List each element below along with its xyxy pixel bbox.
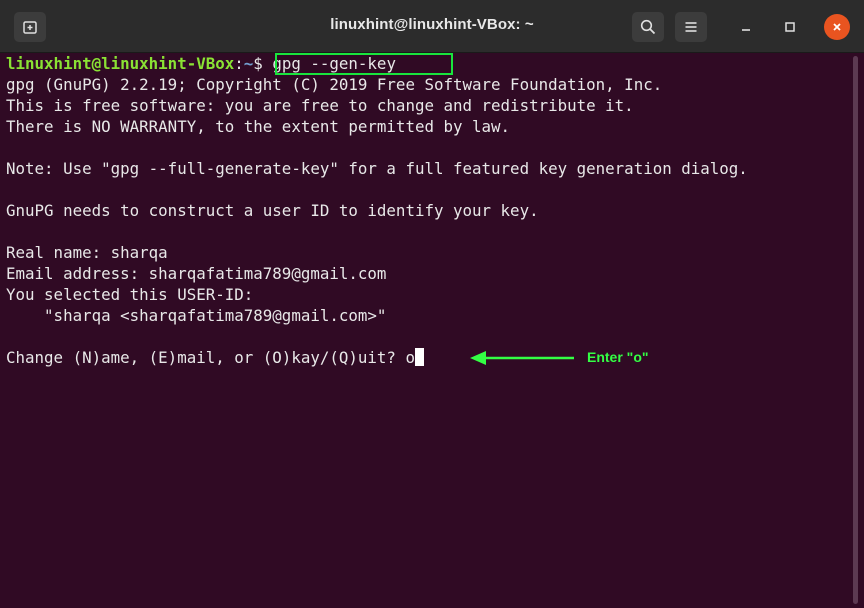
- close-button[interactable]: [824, 14, 850, 40]
- input-prompt-text: Change (N)ame, (E)mail, or (O)kay/(Q)uit…: [6, 348, 406, 367]
- output-line: gpg (GnuPG) 2.2.19; Copyright (C) 2019 F…: [6, 75, 663, 94]
- output-line: "sharqa <sharqafatima789@gmail.com>": [6, 306, 387, 325]
- hamburger-menu-icon: [685, 22, 697, 32]
- scrollbar-thumb[interactable]: [853, 56, 858, 604]
- input-line[interactable]: Change (N)ame, (E)mail, or (O)kay/(Q)uit…: [6, 347, 424, 368]
- output-line: This is free software: you are free to c…: [6, 96, 634, 115]
- typed-input: o: [405, 348, 415, 367]
- search-icon: [640, 19, 656, 35]
- terminal-output[interactable]: linuxhint@linuxhint-VBox:~$ gpg --gen-ke…: [0, 53, 848, 608]
- search-button[interactable]: [632, 12, 664, 42]
- maximize-button[interactable]: [777, 14, 803, 40]
- annotation-label: Enter "o": [587, 349, 649, 365]
- prompt-path: ~: [243, 54, 254, 73]
- minimize-icon: [742, 29, 750, 31]
- terminal-window: linuxhint@linuxhint-VBox: ~ linuxhint@li…: [0, 0, 864, 608]
- prompt-separator: :: [234, 54, 244, 73]
- minimize-button[interactable]: [733, 14, 759, 40]
- annotation-arrow-icon: [470, 351, 574, 365]
- output-line: Real name: sharqa: [6, 243, 168, 262]
- close-icon: [833, 23, 841, 31]
- text-cursor: [414, 348, 424, 366]
- maximize-icon: [785, 22, 795, 32]
- command-highlight-box: [275, 53, 453, 75]
- output-line: Note: Use "gpg --full-generate-key" for …: [6, 159, 748, 178]
- output-line: There is NO WARRANTY, to the extent perm…: [6, 117, 511, 136]
- scrollbar[interactable]: [850, 56, 860, 608]
- output-line: You selected this USER-ID:: [6, 285, 254, 304]
- output-line: GnuPG needs to construct a user ID to id…: [6, 201, 539, 220]
- menu-button[interactable]: [675, 12, 707, 42]
- prompt-user-host: linuxhint@linuxhint-VBox: [6, 54, 235, 73]
- output-line: Email address: sharqafatima789@gmail.com: [6, 264, 387, 283]
- titlebar: linuxhint@linuxhint-VBox: ~: [0, 0, 864, 53]
